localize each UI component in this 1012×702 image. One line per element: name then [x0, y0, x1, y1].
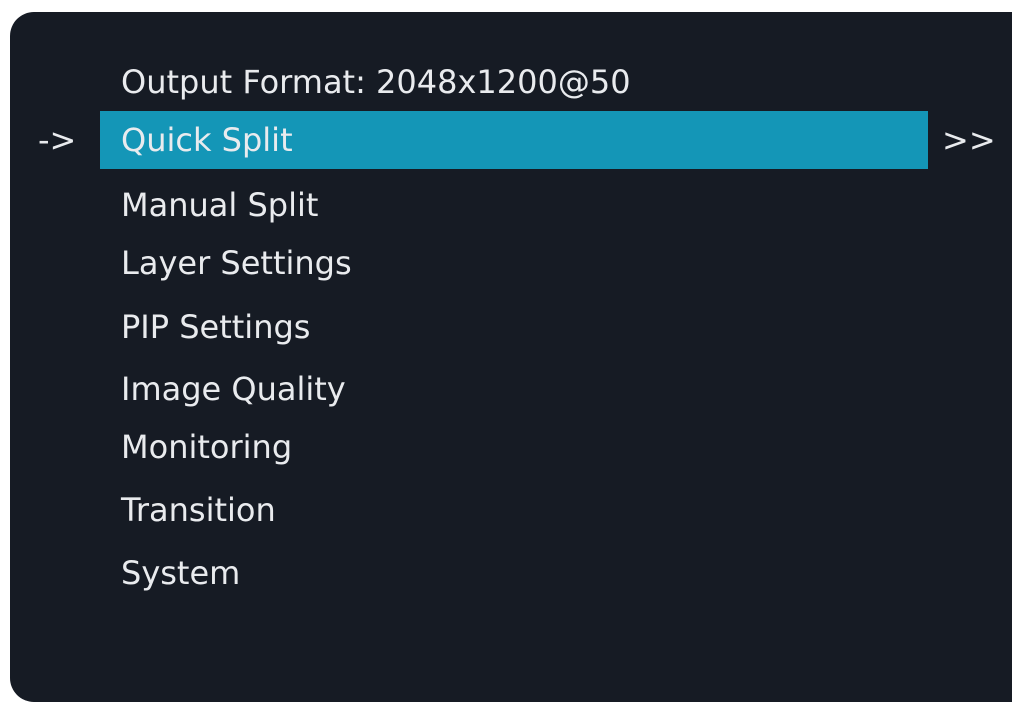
menu-item-transition[interactable]: Transition	[100, 481, 928, 539]
menu-item-quick-split[interactable]: Quick Split	[100, 111, 928, 169]
menu-item-monitoring[interactable]: Monitoring	[100, 418, 928, 476]
main-menu: Quick Split Manual Split Layer Settings …	[10, 12, 1012, 702]
menu-item-image-quality[interactable]: Image Quality	[100, 360, 928, 418]
menu-item-pip-settings[interactable]: PIP Settings	[100, 298, 928, 356]
menu-item-system[interactable]: System	[100, 544, 928, 602]
menu-item-manual-split[interactable]: Manual Split	[100, 176, 928, 234]
menu-screen: Output Format: 2048x1200@50 -> >> Quick …	[10, 12, 1012, 702]
menu-item-layer-settings[interactable]: Layer Settings	[100, 234, 928, 292]
